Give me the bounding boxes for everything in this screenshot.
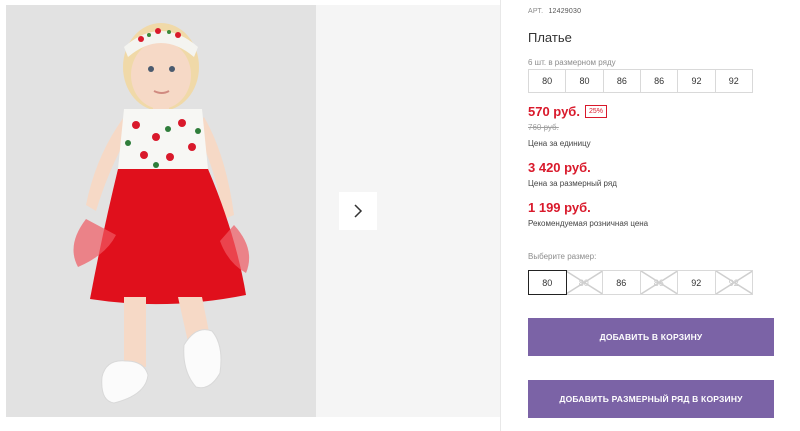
size-option-label: 86: [653, 277, 664, 288]
set-price: 3 420 руб.: [528, 160, 591, 175]
size-option-label: 92: [728, 277, 739, 288]
discount-badge: 25%: [584, 105, 607, 118]
size-option-unavailable: 86: [641, 271, 678, 294]
product-photo-illustration: [6, 5, 316, 417]
sku-label: АРТ.: [528, 8, 544, 15]
rrp-price-note: Рекомендуемая розничная цена: [528, 219, 649, 228]
size-option-selected[interactable]: 80: [528, 270, 567, 295]
product-photo[interactable]: [6, 5, 316, 417]
pack-sizes: 80 80 86 86 92 92: [528, 69, 753, 93]
unit-price-note: Цена за единицу: [528, 139, 591, 148]
size-selector: 80 80 86 86 92 92: [528, 270, 753, 295]
gallery-next-button[interactable]: [339, 192, 377, 230]
size-option-label: 86: [616, 277, 627, 288]
chevron-right-icon: [354, 204, 363, 218]
product-title: Платье: [528, 30, 572, 45]
set-price-note: Цена за размерный ряд: [528, 179, 617, 188]
old-price: 760 руб.: [528, 123, 559, 132]
size-option-unavailable: 92: [716, 271, 753, 294]
pack-size-cell: 86: [641, 70, 679, 92]
add-set-to-cart-button[interactable]: ДОБАВИТЬ РАЗМЕРНЫЙ РЯД В КОРЗИНУ: [528, 380, 774, 418]
product-gallery: [6, 5, 500, 417]
vertical-divider: [500, 0, 501, 431]
sku-value: 12429030: [548, 8, 582, 15]
size-option-unavailable: 80: [566, 271, 603, 294]
pack-size-cell: 80: [566, 70, 604, 92]
pack-note: 6 шт. в размерном ряду: [528, 58, 616, 67]
pack-size-cell: 86: [604, 70, 641, 92]
size-select-label: Выберите размер:: [528, 252, 597, 261]
sku: АРТ. 12429030: [528, 8, 581, 15]
rrp-price: 1 199 руб.: [528, 200, 591, 215]
size-option-label: 80: [578, 277, 589, 288]
add-to-cart-button[interactable]: ДОБАВИТЬ В КОРЗИНУ: [528, 318, 774, 356]
size-option[interactable]: 86: [603, 271, 641, 294]
size-option-label: 80: [542, 277, 553, 288]
pack-size-cell: 92: [728, 76, 739, 86]
size-option[interactable]: 92: [678, 271, 716, 294]
pack-size-cell: 92: [678, 70, 716, 92]
unit-price-block: 570 руб. 25%: [528, 104, 607, 119]
pack-size-cell: 80: [529, 70, 567, 92]
size-option-label: 92: [691, 277, 702, 288]
unit-price: 570 руб.: [528, 104, 580, 119]
